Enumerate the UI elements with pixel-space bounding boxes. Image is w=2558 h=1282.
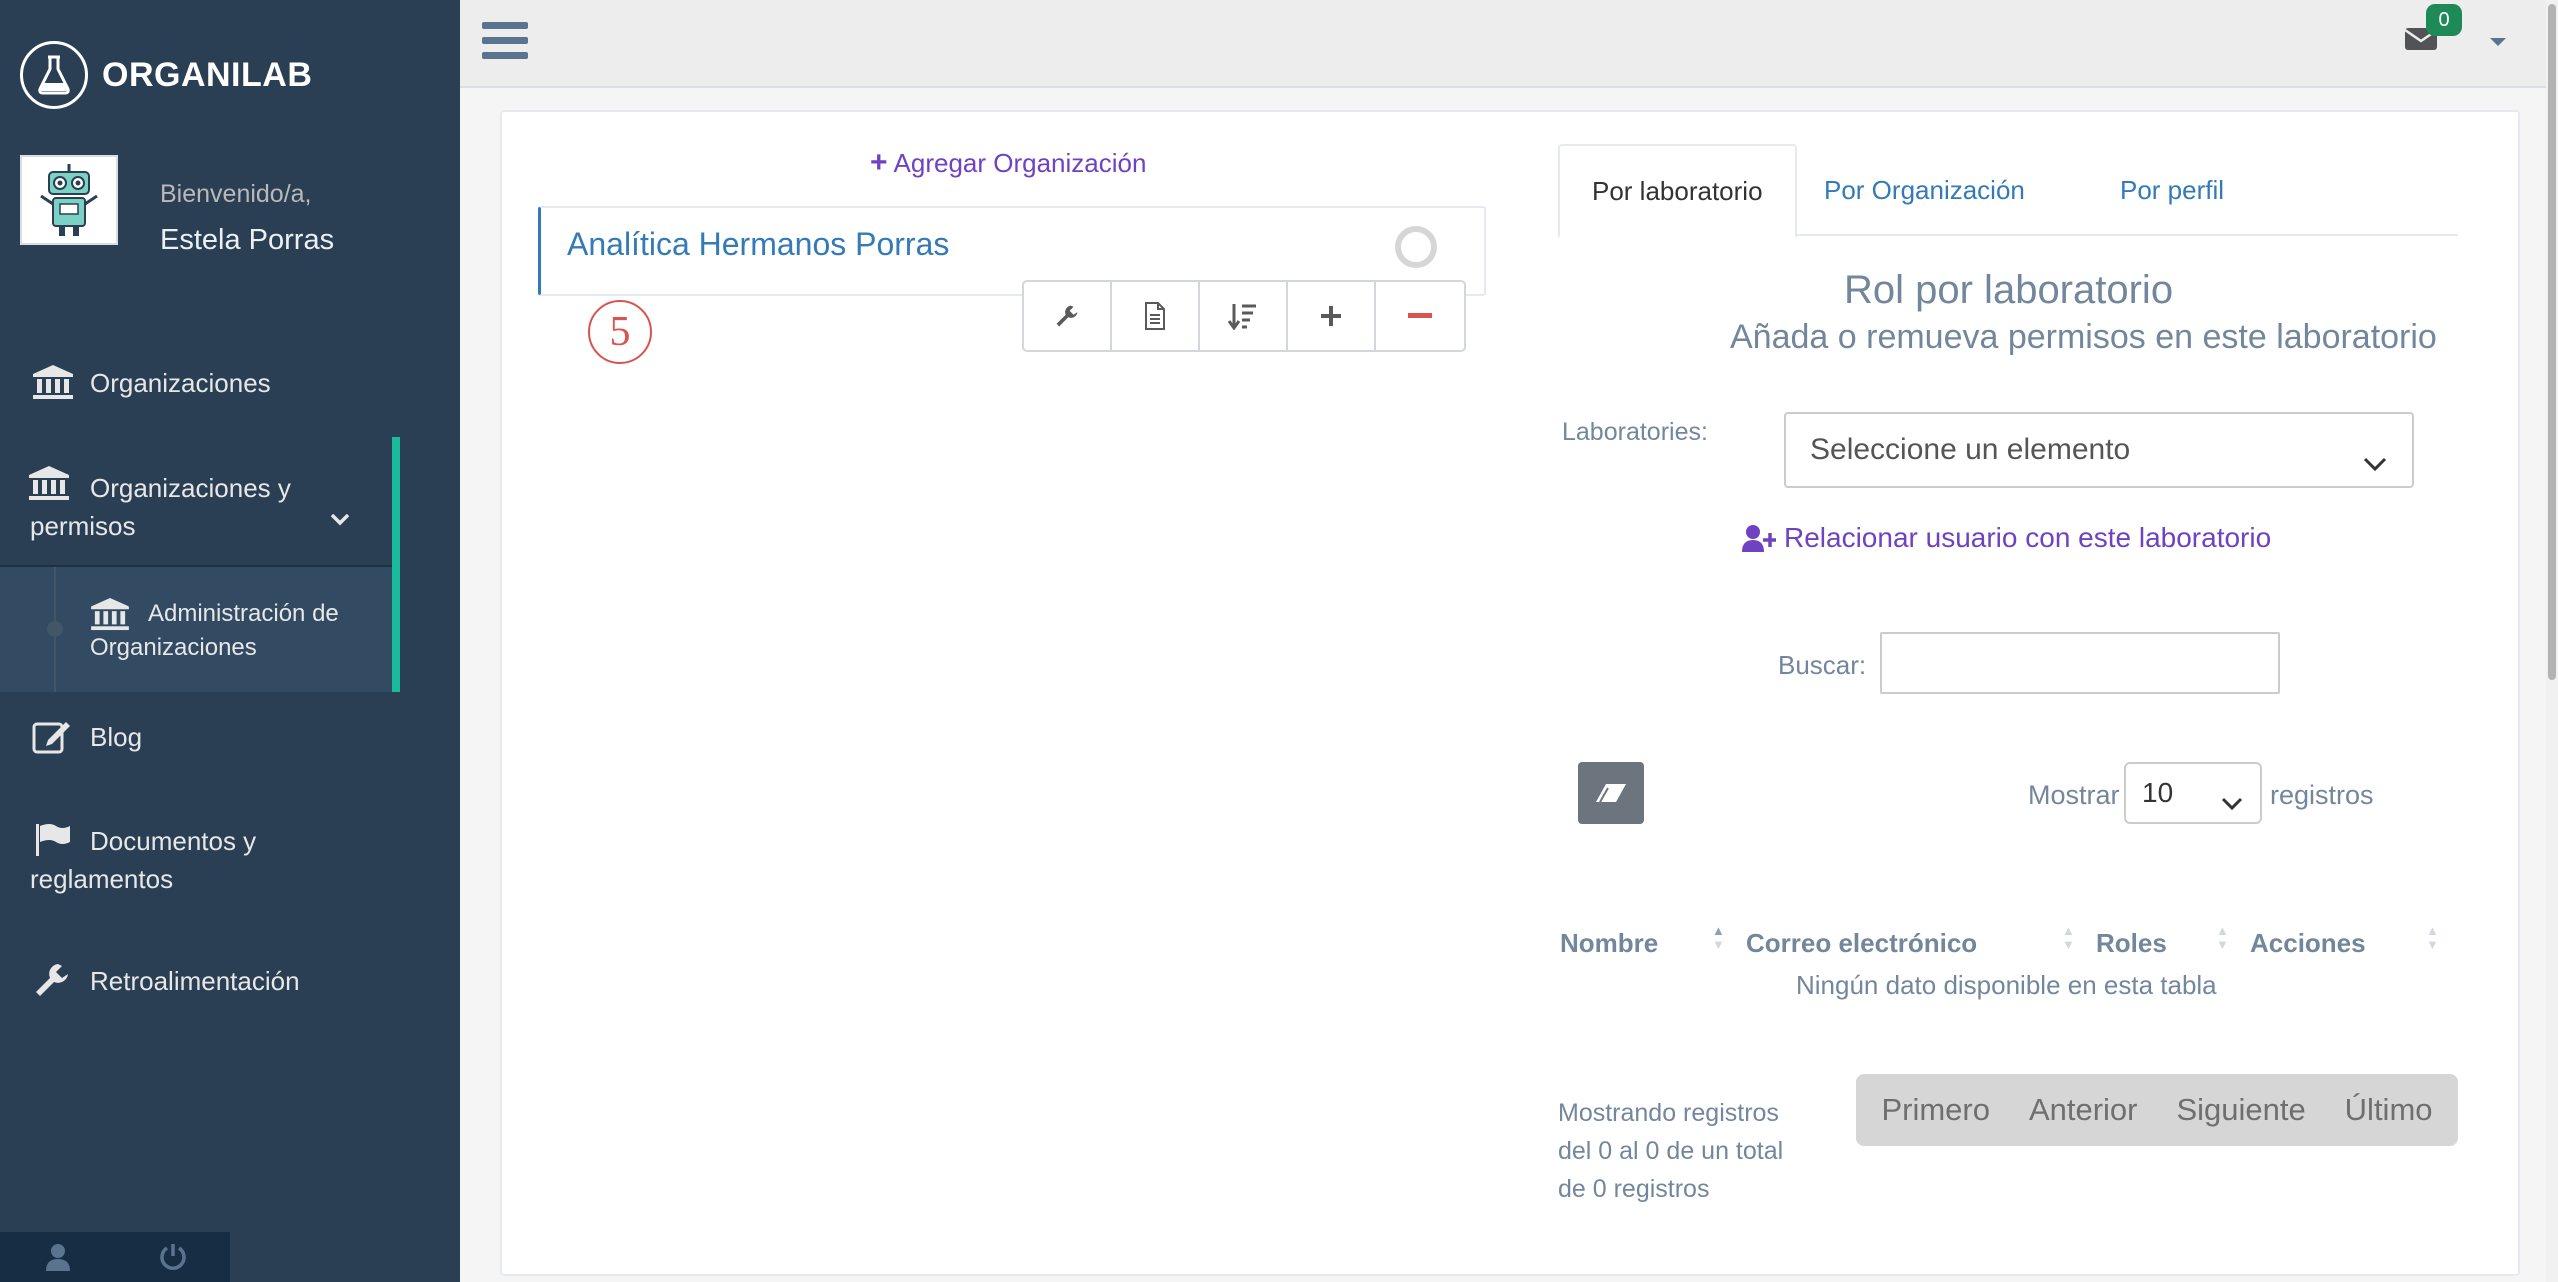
sidebar-item-label: Organizaciones y permisos <box>30 473 291 541</box>
sidebar-item-label: Retroalimentación <box>90 966 300 996</box>
relate-user-link[interactable]: Relacionar usuario con este laboratorio <box>1742 522 2271 554</box>
plus-icon: + <box>870 146 888 179</box>
brand[interactable]: ORGANILAB <box>20 40 312 110</box>
sidebar-item-label: Organizaciones <box>90 368 271 398</box>
user-icon[interactable] <box>0 1232 115 1282</box>
sidebar-group-permisos: Organizaciones y permisos Administración… <box>0 437 400 692</box>
sort-icon: ▲ ▼ <box>2062 923 2075 952</box>
laboratory-select[interactable]: Seleccione un elemento <box>1784 412 2414 488</box>
stamp-badge: 5 <box>588 300 652 364</box>
sidebar-subitem-label: Administración de Organizaciones <box>90 600 339 661</box>
avatar[interactable] <box>20 155 118 245</box>
table-info: Mostrando registros del 0 al 0 de un tot… <box>1558 1099 1784 1203</box>
pagination-first[interactable]: Primero <box>1881 1092 1990 1128</box>
sort-button[interactable] <box>1200 282 1288 350</box>
edit-icon <box>32 718 72 764</box>
add-organization-label: Agregar Organización <box>893 147 1147 178</box>
section-title: Rol por laboratorio <box>1844 268 2174 312</box>
column-header-acciones[interactable]: Acciones <box>2250 928 2366 959</box>
sidebar-subitem-administracion[interactable]: Administración de Organizaciones <box>0 567 392 692</box>
add-button[interactable] <box>1288 282 1376 350</box>
username: Estela Porras <box>160 224 335 256</box>
sidebar-item-label: Documentos y reglamentos <box>30 826 257 894</box>
chevron-down-icon <box>2362 434 2388 506</box>
pagination-next[interactable]: Siguiente <box>2176 1092 2305 1128</box>
document-button[interactable] <box>1112 282 1200 350</box>
section-subtitle: Añada o remueva permisos en este laborat… <box>1730 318 2437 356</box>
sidebar-item-label: Blog <box>90 722 143 752</box>
show-label: Mostrar <box>2028 780 2120 810</box>
search-label: Buscar: <box>1778 650 1867 680</box>
tab-bar: Por laboratorio Por Organización Por per… <box>1558 144 2458 238</box>
minus-icon <box>1408 313 1432 318</box>
page-size-value: 10 <box>2142 777 2174 808</box>
sidebar: ORGANILAB Bienvenido/a, Estela Porras Or… <box>0 0 460 1282</box>
welcome-text: Bienvenido/a, <box>160 180 312 208</box>
organization-name: Analítica Hermanos Porras <box>567 226 950 262</box>
plus-icon <box>1321 306 1341 326</box>
chevron-down-icon <box>2220 780 2244 838</box>
laboratories-label: Laboratories: <box>1562 418 1708 446</box>
sort-icon <box>1228 304 1256 330</box>
add-organization-link[interactable]: + Agregar Organización <box>870 146 1146 180</box>
menu-toggle-icon[interactable] <box>482 22 528 64</box>
user-dropdown-caret-icon[interactable] <box>2490 38 2506 46</box>
sort-icon: ▲ ▼ <box>1712 923 1725 952</box>
sidebar-footer <box>0 1232 230 1282</box>
pagination-previous[interactable]: Anterior <box>2029 1092 2138 1128</box>
organization-select-radio[interactable] <box>1395 226 1437 268</box>
bank-icon <box>32 364 74 410</box>
tab-por-perfil[interactable]: Por perfil <box>2088 144 2256 236</box>
wrench-icon <box>1056 305 1078 327</box>
chevron-down-icon[interactable] <box>330 512 350 531</box>
brand-title: ORGANILAB <box>102 55 313 94</box>
tab-por-organizacion[interactable]: Por Organización <box>1792 144 2057 236</box>
document-icon <box>1145 302 1165 330</box>
eraser-icon <box>1596 784 1626 803</box>
relate-user-label: Relacionar usuario con este laboratorio <box>1784 522 2272 553</box>
organization-actions <box>1022 280 1466 352</box>
column-header-nombre[interactable]: Nombre <box>1560 928 1658 959</box>
scrollbar-thumb[interactable] <box>2548 4 2556 680</box>
wrench-button[interactable] <box>1024 282 1112 350</box>
column-header-correo[interactable]: Correo electrónico <box>1746 928 1977 959</box>
sort-icon: ▲ ▼ <box>2426 923 2439 952</box>
top-nav: 0 <box>460 0 2558 88</box>
records-label: registros <box>2270 780 2374 810</box>
pagination: Primero Anterior Siguiente Último <box>1856 1074 2458 1146</box>
wrench-icon <box>32 962 72 1008</box>
table-empty-message: Ningún dato disponible en esta tabla <box>1796 970 2217 1000</box>
remove-button[interactable] <box>1376 282 1464 350</box>
search-input[interactable] <box>1880 632 2280 694</box>
sidebar-item-organizaciones-permisos[interactable]: Organizaciones y permisos <box>0 437 392 567</box>
pagination-last[interactable]: Último <box>2345 1092 2433 1128</box>
sort-icon: ▲ ▼ <box>2216 923 2229 952</box>
laboratory-select-value: Seleccione un elemento <box>1810 433 2131 466</box>
column-header-roles[interactable]: Roles <box>2096 928 2167 959</box>
tree-dot <box>47 621 63 637</box>
tab-por-laboratorio[interactable]: Por laboratorio <box>1558 144 1797 238</box>
clear-filter-button[interactable] <box>1578 762 1644 824</box>
power-icon[interactable] <box>115 1232 230 1282</box>
user-plus-icon <box>1742 525 1776 552</box>
page-size-select[interactable]: 10 <box>2124 762 2262 824</box>
mail-count-badge: 0 <box>2426 4 2462 36</box>
flask-icon <box>20 41 88 109</box>
